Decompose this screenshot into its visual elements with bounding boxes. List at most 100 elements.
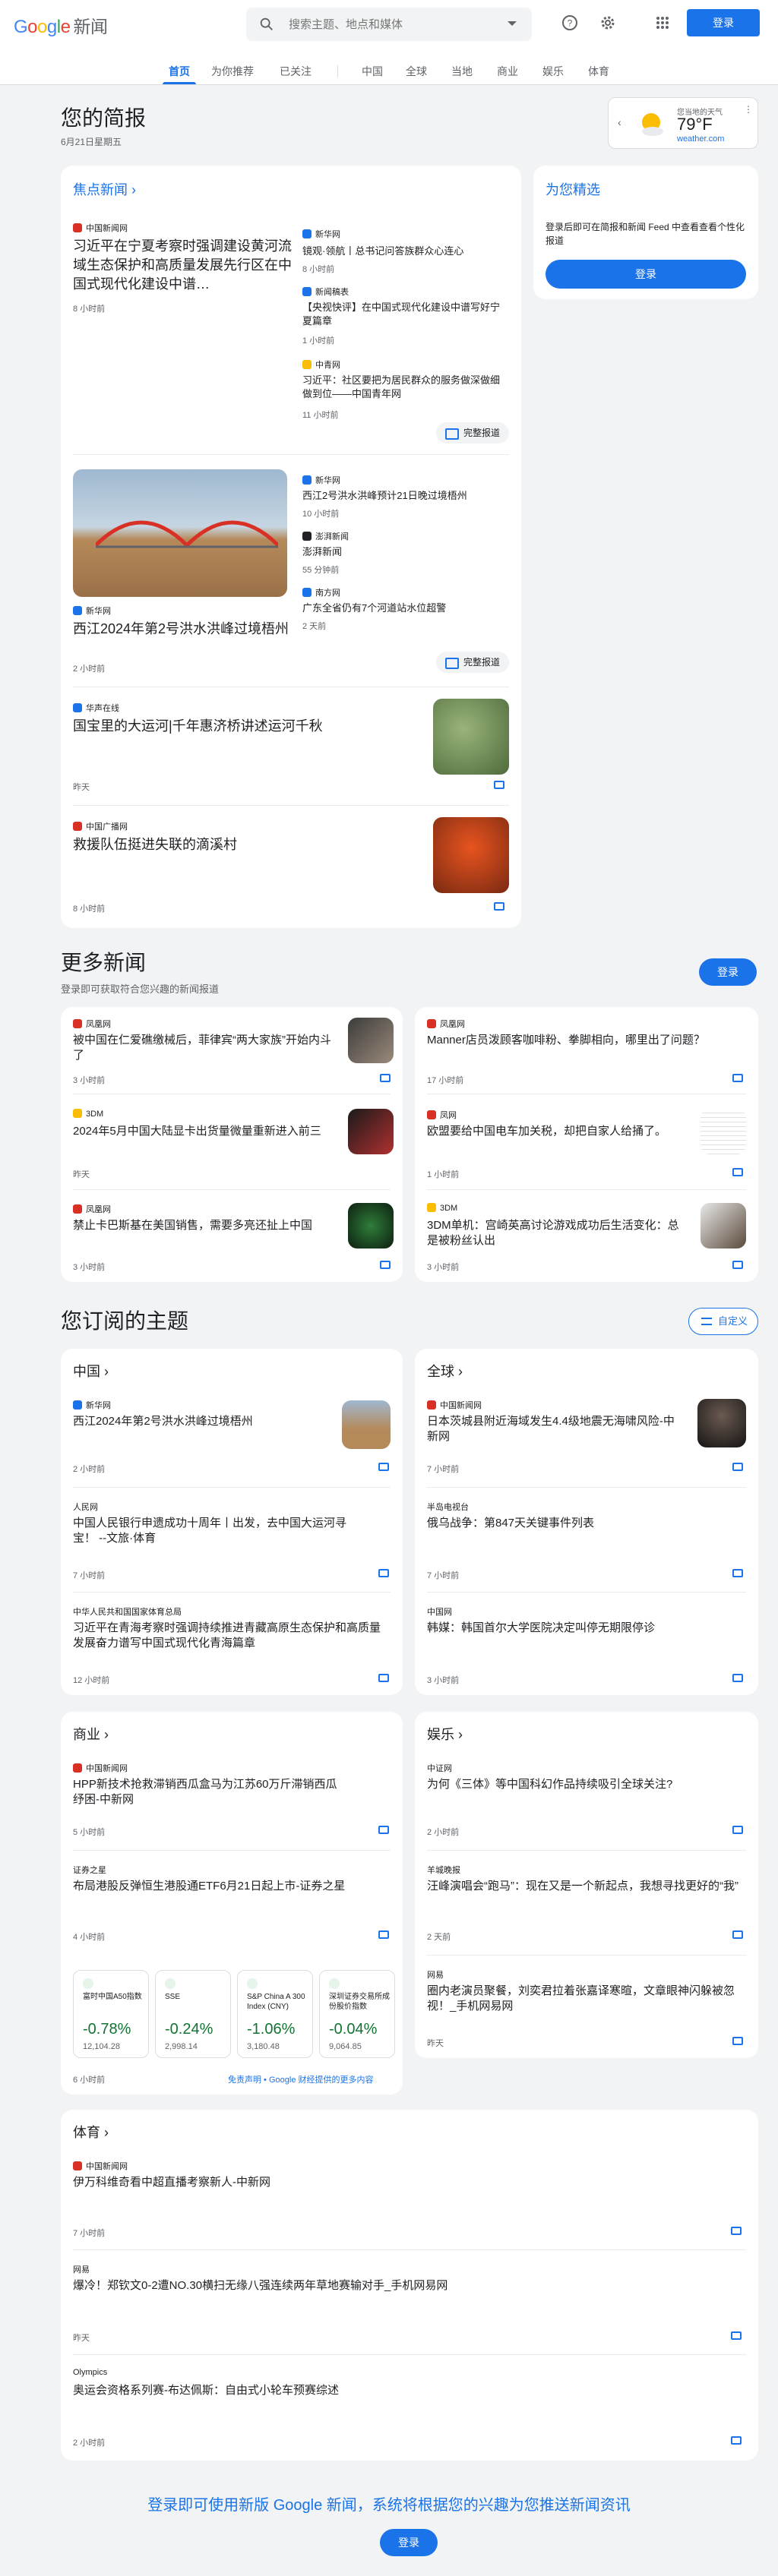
- full-coverage-icon[interactable]: [732, 2037, 743, 2045]
- story-title[interactable]: 3DM单机：宫崎英高讨论游戏成功后生活变化：总是被粉丝认出: [427, 1218, 685, 1249]
- story-title[interactable]: 为何《三体》等中国科幻作品持续吸引全球关注?: [427, 1777, 746, 1792]
- story-thumbnail[interactable]: [701, 1203, 746, 1249]
- more-signin-button[interactable]: 登录: [699, 958, 757, 986]
- story-title[interactable]: 欧盟要给中国电车加关税，却把自家人给捅了。: [427, 1124, 685, 1139]
- full-coverage-icon[interactable]: [732, 1674, 743, 1682]
- related-title[interactable]: 镜观·领航丨总书记问答族群众心连心: [302, 245, 508, 258]
- weather-source[interactable]: weather.com: [677, 134, 724, 144]
- stock-card[interactable]: 深圳证券交易所成份股价指数 -0.04% 9,064.85: [319, 1970, 395, 2058]
- full-coverage-icon[interactable]: [732, 1463, 743, 1471]
- signin-button[interactable]: 登录: [687, 9, 760, 36]
- related-title[interactable]: 澎湃新闻: [302, 545, 508, 559]
- full-coverage-icon[interactable]: [378, 1569, 389, 1577]
- tab-china[interactable]: 中国: [362, 64, 383, 79]
- help-icon[interactable]: ?: [561, 14, 579, 32]
- tab-local[interactable]: 当地: [451, 64, 473, 79]
- story-title[interactable]: 禁止卡巴斯基在美国销售，需要多亮还扯上中国: [73, 1218, 331, 1233]
- google-news-logo[interactable]: Google 新闻: [14, 12, 108, 38]
- story-title[interactable]: Manner店员泼顾客咖啡粉、拳脚相向，哪里出了问题？: [427, 1033, 731, 1048]
- related-title[interactable]: 【央视快评】在中国式现代化建设中谱写好宁夏篇章: [302, 301, 508, 328]
- search-options-icon[interactable]: [508, 21, 517, 26]
- story-title[interactable]: 救援队伍挺进失联的滴溪村: [73, 835, 377, 854]
- story-title[interactable]: 习近平在宁夏考察时强调建设黄河流域生态保护和高质量发展先行区在中国式现代化建设中…: [73, 237, 293, 294]
- search-box[interactable]: [246, 8, 532, 41]
- story-title[interactable]: 汪峰演唱会“跑马”：现在又是一个新起点，我想寻找更好的“我”: [427, 1879, 746, 1894]
- full-coverage-icon[interactable]: [732, 1569, 743, 1577]
- rescue-photo[interactable]: [433, 817, 509, 893]
- story-thumbnail[interactable]: [348, 1018, 394, 1063]
- footer-signin-button[interactable]: 登录: [380, 2529, 438, 2556]
- customize-button[interactable]: 自定义: [688, 1308, 758, 1335]
- topic-entertainment-link[interactable]: 娱乐 ›: [427, 1724, 463, 1744]
- story-thumbnail[interactable]: [697, 1399, 746, 1447]
- story-title[interactable]: 中国人民银行申遗成功十周年丨出发，去中国大运河寻宝！ --文旅·体育: [73, 1516, 346, 1546]
- story-title[interactable]: 圈内老演员聚餐，刘奕君拉着张嘉译寒暄，文章眼神闪躲被忽视！_手机网易网: [427, 1984, 746, 2014]
- apps-icon[interactable]: [653, 14, 672, 32]
- full-coverage-icon[interactable]: [378, 1826, 389, 1834]
- story-thumbnail[interactable]: [701, 1109, 746, 1154]
- full-coverage-icon[interactable]: [731, 2227, 742, 2235]
- story-title[interactable]: 西江2024年第2号洪水洪峰过境梧州: [73, 620, 293, 639]
- story-title[interactable]: 习近平在青海考察时强调持续推进青藏高原生态保护和高质量发展奋力谱写中国式现代化青…: [73, 1621, 391, 1651]
- top-stories-link[interactable]: 焦点新闻 ›: [73, 179, 136, 199]
- story-title[interactable]: 西江2024年第2号洪水洪峰过境梧州: [73, 1414, 331, 1429]
- story-title[interactable]: 奥运会资格系列赛-布达佩斯：自由式小轮车预赛综述: [73, 2383, 681, 2398]
- full-coverage-button[interactable]: 完整报道: [436, 652, 510, 673]
- topic-world-link[interactable]: 全球 ›: [427, 1361, 463, 1381]
- related-title[interactable]: 西江2号洪水洪峰预计21日晚过境梧州: [302, 489, 508, 503]
- full-coverage-icon[interactable]: [378, 1463, 389, 1471]
- related-title[interactable]: 广东全省仍有7个河道站水位超警: [302, 601, 508, 615]
- flood-photo[interactable]: [73, 469, 287, 597]
- topic-sports-link[interactable]: 体育 ›: [73, 2122, 109, 2142]
- finance-disclaimer-link[interactable]: 免责声明 • Google 财经提供的更多内容: [228, 2073, 374, 2085]
- story-title[interactable]: 国宝里的大运河|千年惠济桥讲述运河千秋: [73, 717, 377, 736]
- story-thumbnail[interactable]: [342, 1400, 391, 1449]
- settings-icon[interactable]: [599, 14, 617, 32]
- full-coverage-icon[interactable]: [380, 1261, 391, 1269]
- tab-world[interactable]: 全球: [406, 64, 427, 79]
- picks-signin-button[interactable]: 登录: [546, 260, 746, 289]
- story-title[interactable]: 韩媒：韩国首尔大学医院决定叫停无期限停诊: [427, 1621, 731, 1636]
- full-coverage-icon[interactable]: [732, 1930, 743, 1939]
- full-coverage-button[interactable]: 完整报道: [436, 422, 510, 444]
- tab-for-you[interactable]: 为你推荐: [211, 64, 254, 79]
- tab-entertainment[interactable]: 娱乐: [542, 64, 564, 79]
- topic-business-link[interactable]: 商业 ›: [73, 1724, 109, 1744]
- story-title[interactable]: 爆冷！郑钦文0-2遭NO.30横扫无缘八强连续两年草地赛输对手_手机网易网: [73, 2278, 681, 2293]
- stock-card[interactable]: S&P China A 300 Index (CNY) -1.06% 3,180.4…: [237, 1970, 313, 2058]
- weather-widget[interactable]: ‹ 您当地的天气 79°F weather.com ⋮: [608, 97, 758, 149]
- full-coverage-icon[interactable]: [732, 1826, 743, 1834]
- story-title[interactable]: 布局港股反弹恒生港股通ETF6月21日起上市-证券之星: [73, 1879, 377, 1894]
- story-title[interactable]: HPP新技术抢救滞销西瓜盒马为江苏60万斤滞销西瓜纾困-中新网: [73, 1777, 346, 1807]
- story-title[interactable]: 俄乌战争：第847天关键事件列表: [427, 1516, 716, 1531]
- full-coverage-icon[interactable]: [494, 781, 504, 789]
- search-input[interactable]: [289, 8, 486, 41]
- full-coverage-icon[interactable]: [731, 2331, 742, 2340]
- full-coverage-icon[interactable]: [732, 1261, 743, 1269]
- full-coverage-icon[interactable]: [494, 902, 504, 911]
- tab-business[interactable]: 商业: [497, 64, 518, 79]
- story-title[interactable]: 被中国在仁爱礁缴械后，菲律宾“两大家族”开始内斗了: [73, 1033, 331, 1063]
- full-coverage-icon[interactable]: [380, 1074, 391, 1082]
- full-coverage-icon[interactable]: [378, 1674, 389, 1682]
- chevron-left-icon[interactable]: ‹: [618, 116, 621, 128]
- full-coverage-icon[interactable]: [732, 1074, 743, 1082]
- tab-sports[interactable]: 体育: [588, 64, 609, 79]
- tab-home[interactable]: 首页: [169, 64, 190, 79]
- weather-menu-icon[interactable]: ⋮: [744, 104, 753, 115]
- full-coverage-icon[interactable]: [378, 1930, 389, 1939]
- full-coverage-icon[interactable]: [732, 1168, 743, 1176]
- story-thumbnail[interactable]: [348, 1203, 394, 1249]
- stock-card[interactable]: SSE -0.24% 2,998.14: [155, 1970, 231, 2058]
- related-title[interactable]: 习近平：社区要把为居民群众的服务做深做细做到位——中国青年网: [302, 374, 508, 401]
- search-icon[interactable]: [258, 16, 275, 33]
- stock-card[interactable]: 富时中国A50指数 -0.78% 12,104.28: [73, 1970, 149, 2058]
- story-title[interactable]: 日本茨城县附近海域发生4.4级地震无海啸风险-中新网: [427, 1414, 685, 1444]
- canal-photo[interactable]: [433, 699, 509, 775]
- topic-china-link[interactable]: 中国 ›: [73, 1361, 109, 1381]
- full-coverage-icon[interactable]: [731, 2436, 742, 2445]
- tab-following[interactable]: 已关注: [280, 64, 312, 79]
- story-title[interactable]: 2024年5月中国大陆显卡出货量微量重新进入前三: [73, 1124, 331, 1139]
- story-thumbnail[interactable]: [348, 1109, 394, 1154]
- story-title[interactable]: 伊万科维奇看中超直播考察新人-中新网: [73, 2175, 605, 2190]
